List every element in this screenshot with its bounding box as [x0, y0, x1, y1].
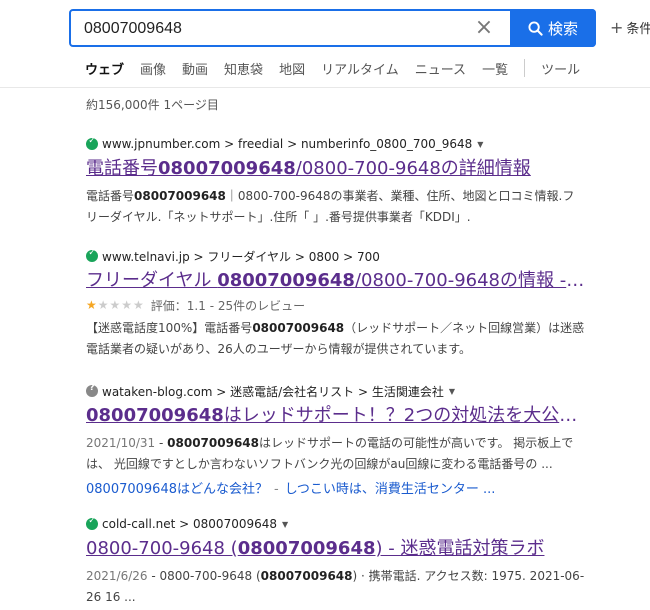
tab-videos[interactable]: 動画 [182, 59, 208, 83]
conditions-label: 条件 [626, 22, 650, 37]
result-count: 約156,000件 1ページ目 [86, 98, 219, 112]
caret-down-icon[interactable]: ▼ [282, 520, 288, 529]
tab-tools[interactable]: ツール [541, 59, 580, 83]
tab-maps[interactable]: 地図 [279, 59, 305, 83]
search-result: ✓ www.telnavi.jp > フリーダイヤル > 0800 > 700 … [86, 248, 586, 360]
caret-down-icon[interactable]: ▼ [477, 140, 483, 149]
tab-images[interactable]: 画像 [140, 59, 166, 83]
search-result: ✓ www.jpnumber.com > freedial > numberin… [86, 136, 586, 228]
result-snippet: 2021/10/31 - 08007009648はレッドサポートの電話の可能性が… [86, 436, 574, 471]
result-url[interactable]: ✓ www.telnavi.jp > フリーダイヤル > 0800 > 700 [86, 248, 586, 264]
clear-icon[interactable]: × [472, 17, 496, 41]
verified-icon: ✓ [86, 516, 98, 530]
tab-chiebukuro[interactable]: 知恵袋 [224, 59, 263, 83]
result-title[interactable]: 08007009648はレッドサポート！？2つの対処法を大公開 ... [86, 404, 586, 428]
result-title[interactable]: フリーダイヤル 08007009648/0800-700-9648の情報 - 電… [86, 269, 586, 293]
search-button-label: 検索 [547, 19, 578, 38]
verified-icon: ✓ [86, 248, 98, 262]
rating-text: 評価：1.1 - 25件のレビュー [150, 298, 306, 313]
result-breadcrumb: wataken-blog.com > 迷惑電話/会社名リスト > 生活関連会社 [102, 384, 444, 399]
result-breadcrumb: cold-call.net > 08007009648 [102, 517, 278, 531]
result-title[interactable]: 0800-700-9648 (08007009648) - 迷惑電話対策ラボ [86, 537, 586, 561]
result-breadcrumb: www.telnavi.jp > フリーダイヤル > 0800 > 700 [102, 249, 380, 264]
rating: ★★★★★ 評価：1.1 - 25件のレビュー [86, 297, 586, 313]
tab-web[interactable]: ウェブ [85, 59, 124, 83]
tab-realtime[interactable]: リアルタイム [321, 59, 399, 83]
search-box: × 検索 [69, 9, 596, 47]
search-button[interactable]: 検索 [510, 9, 596, 47]
result-snippet: 【迷惑電話度100%】電話番号08007009648（レッドサポート／ネット回線… [86, 321, 585, 356]
tab-list[interactable]: 一覧 [482, 59, 508, 83]
sitelink[interactable]: しつこい時は、消費生活センター ... [285, 482, 496, 497]
search-result: ✓ cold-call.net > 08007009648 ▼ 0800-700… [86, 516, 586, 608]
conditions-button[interactable]: + 条件 [610, 18, 650, 37]
tab-divider [524, 59, 526, 77]
result-title[interactable]: 電話番号08007009648/0800-700-9648の詳細情報 [86, 157, 586, 181]
tab-news[interactable]: ニュース [415, 59, 466, 83]
result-snippet: 電話番号08007009648｜0800-700-9648の事業者、業種、住所、… [86, 189, 575, 224]
unknown-site-icon: ? [86, 383, 98, 397]
caret-down-icon[interactable]: ▼ [449, 387, 455, 396]
result-url[interactable]: ✓ www.jpnumber.com > freedial > numberin… [86, 136, 586, 152]
search-icon [528, 20, 543, 36]
search-header: × 検索 +条件 ウェブ 画像 動画 知恵袋 地図 リアルタイム ニュース 一覧… [0, 0, 650, 88]
search-tabs: ウェブ 画像 動画 知恵袋 地図 リアルタイム ニュース 一覧 ツール [85, 59, 596, 83]
rating-stars: ★★★★★ [86, 298, 145, 312]
result-snippet: 2021/6/26 - 0800-700-9648 (08007009648) … [86, 569, 585, 604]
search-result: ? wataken-blog.com > 迷惑電話/会社名リスト > 生活関連会… [86, 383, 586, 497]
verified-icon: ✓ [86, 136, 98, 150]
result-url[interactable]: ? wataken-blog.com > 迷惑電話/会社名リスト > 生活関連会… [86, 383, 586, 399]
result-breadcrumb: www.jpnumber.com > freedial > numberinfo… [102, 137, 473, 151]
sitelinks: 08007009648はどんな会社？ - しつこい時は、消費生活センター ... [86, 482, 496, 497]
result-url[interactable]: ✓ cold-call.net > 08007009648 ▼ [86, 516, 586, 532]
search-input[interactable] [84, 18, 464, 40]
sitelink[interactable]: 08007009648はどんな会社？ [86, 482, 268, 497]
plus-icon: + [610, 18, 624, 37]
